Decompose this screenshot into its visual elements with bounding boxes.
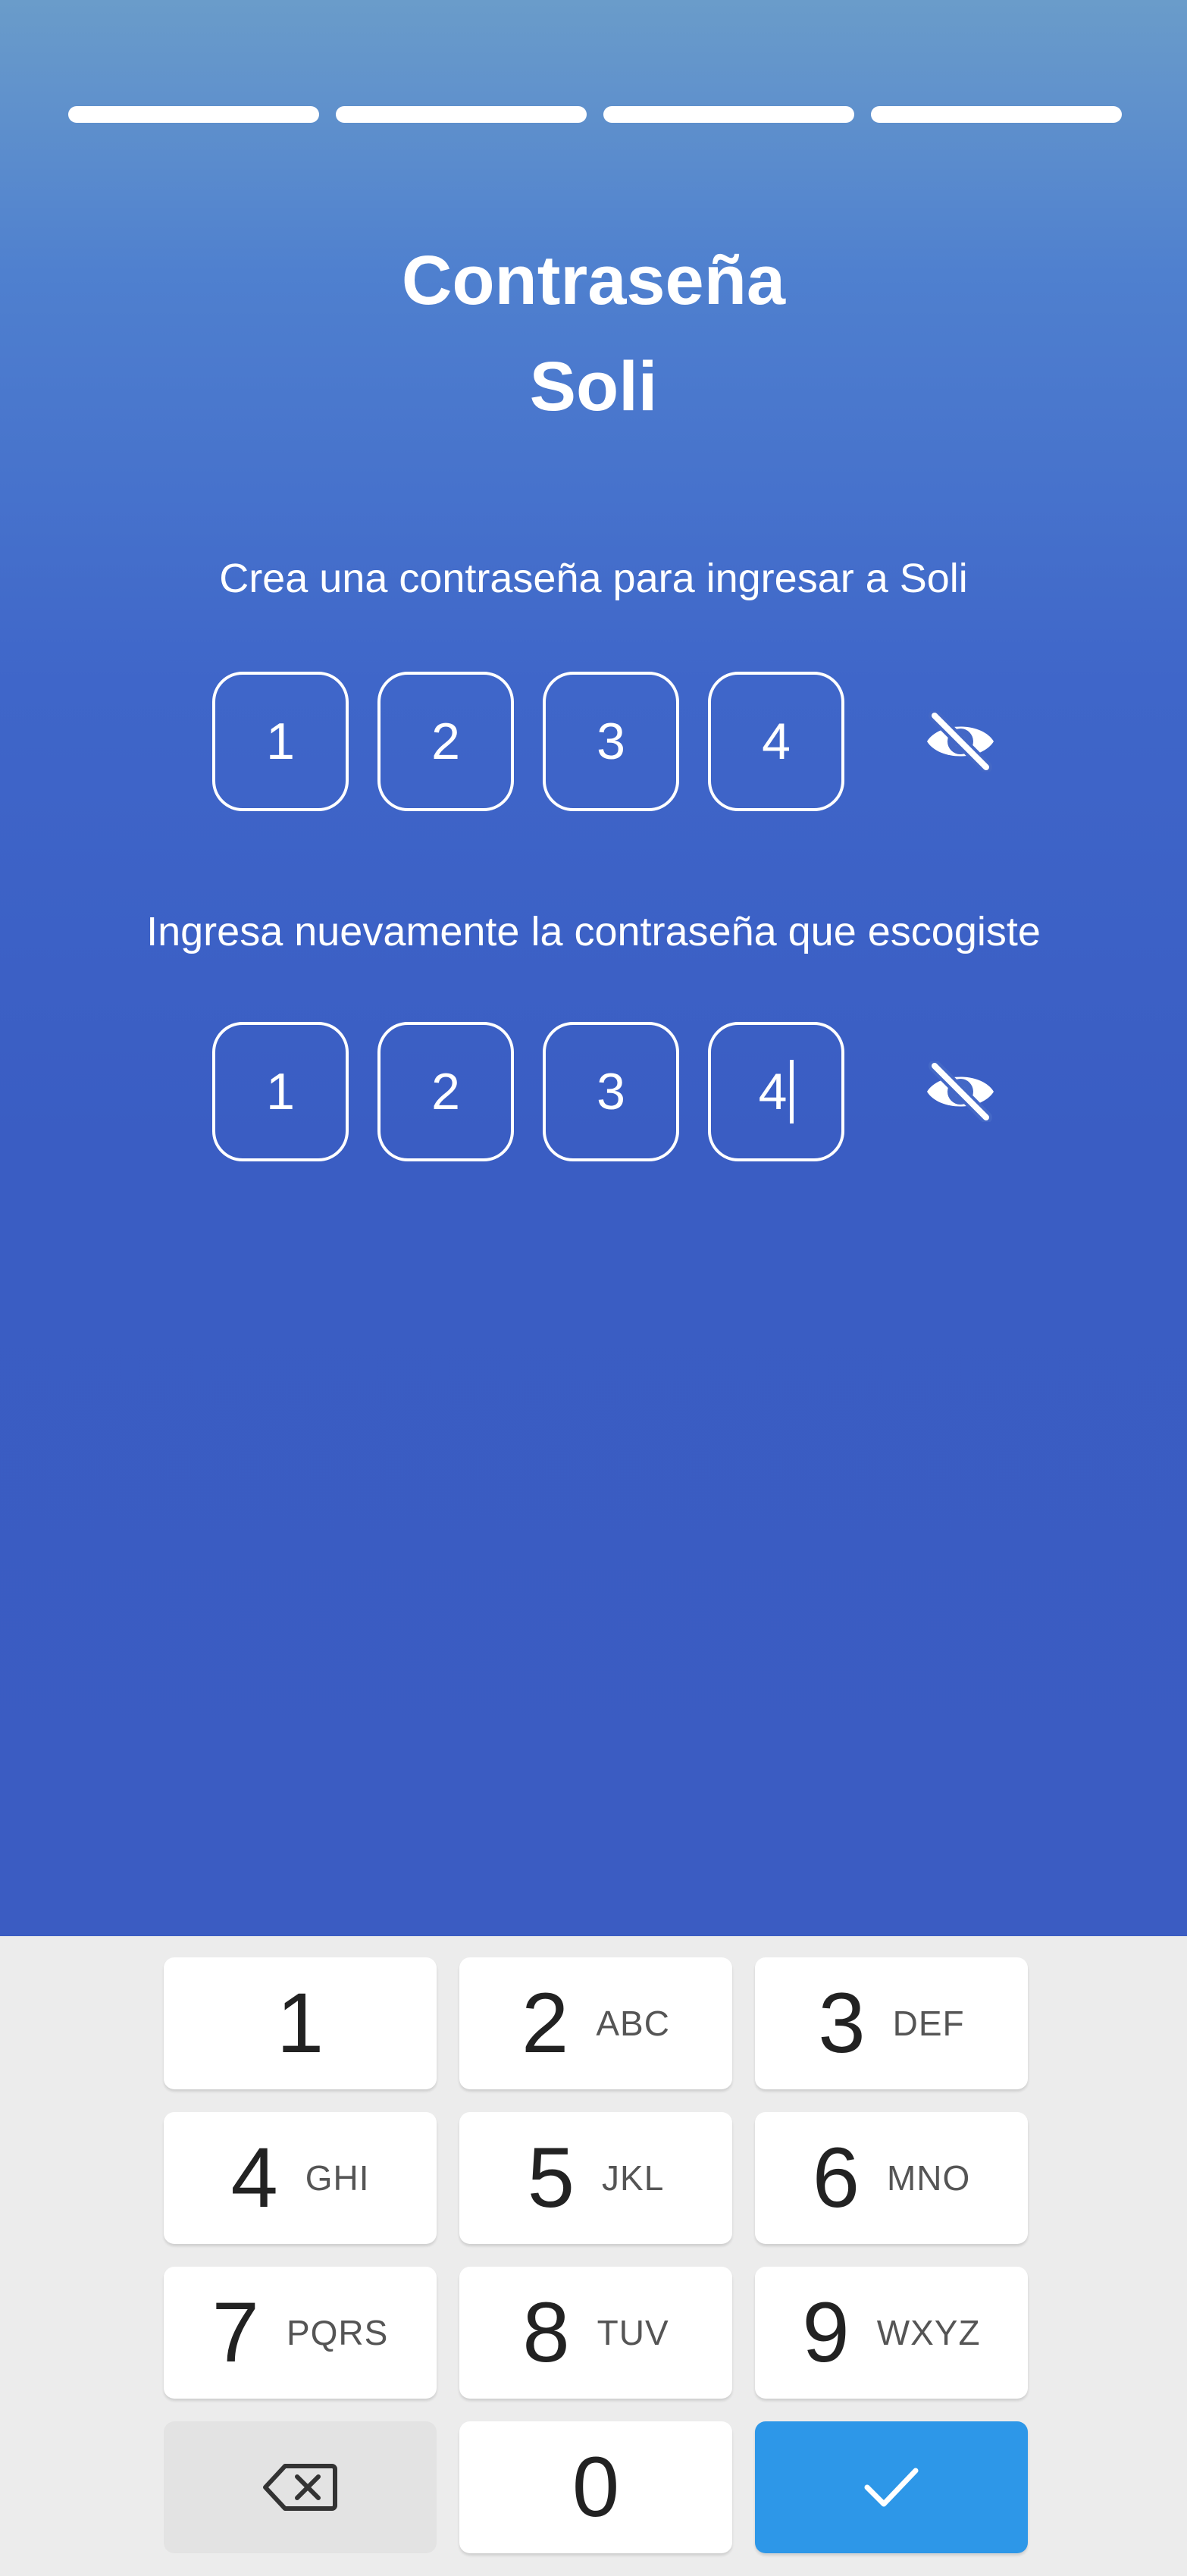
pin-digit: 2	[431, 713, 460, 770]
page-title: Contraseña Soli	[0, 227, 1187, 440]
backspace-icon	[263, 2464, 337, 2511]
key-8[interactable]: 8 TUV	[459, 2267, 732, 2399]
key-number: 9	[802, 2285, 850, 2380]
eye-off-icon[interactable]	[919, 700, 1002, 783]
progress-segment	[336, 106, 587, 123]
key-number: 1	[276, 1976, 324, 2070]
page-title-line2: Soli	[529, 348, 658, 425]
pin-digit-box[interactable]: 3	[543, 672, 679, 811]
progress-bar	[68, 106, 1122, 123]
eye-off-icon[interactable]	[919, 1050, 1002, 1133]
key-9[interactable]: 9 WXYZ	[755, 2267, 1028, 2399]
progress-segment	[603, 106, 854, 123]
keypad-grid: 1 2 ABC 3 DEF 4 GHI 5 JKL 6 MNO 7 PQRS 8 TUV 9W…	[164, 1957, 1029, 2553]
text-caret	[790, 1060, 794, 1123]
key-number: 7	[211, 2285, 259, 2380]
pin-digit: 3	[597, 713, 625, 770]
pin-digit-box[interactable]: 2	[377, 1022, 514, 1161]
pin-digit-box-active[interactable]: 4	[708, 1022, 844, 1161]
page-title-line1: Contraseña	[401, 242, 786, 319]
key-2[interactable]: 2 ABC	[459, 1957, 732, 2089]
progress-segment	[871, 106, 1122, 123]
key-letters: JKL	[602, 2158, 665, 2198]
key-7[interactable]: 7 PQRS	[164, 2267, 437, 2399]
key-number: 8	[522, 2285, 570, 2380]
key-number: 4	[230, 2130, 278, 2225]
pin-digit: 4	[762, 713, 791, 770]
create-password-pin[interactable]: 1 2 3 4	[212, 672, 1002, 811]
key-1[interactable]: 1	[164, 1957, 437, 2089]
pin-digit: 4	[758, 1063, 788, 1120]
key-letters: PQRS	[286, 2313, 389, 2352]
pin-digit: 3	[597, 1063, 625, 1120]
pin-digit: 2	[431, 1063, 460, 1120]
pin-digit: 1	[266, 1063, 295, 1120]
backspace-key[interactable]	[164, 2421, 437, 2553]
key-letters: ABC	[596, 2004, 670, 2043]
key-0[interactable]: 0	[459, 2421, 732, 2553]
key-number: 0	[572, 2440, 620, 2534]
key-3[interactable]: 3 DEF	[755, 1957, 1028, 2089]
key-number: 2	[521, 1976, 569, 2070]
confirm-password-label: Ingresa nuevamente la contraseña que esc…	[146, 909, 1041, 954]
check-icon	[864, 2468, 919, 2507]
numeric-keyboard: 1 2 ABC 3 DEF 4 GHI 5 JKL 6 MNO 7 PQRS 8 TUV 9W…	[0, 1936, 1187, 2576]
key-5[interactable]: 5 JKL	[459, 2112, 732, 2244]
password-screen: Contraseña Soli Crea una contraseña para…	[0, 0, 1187, 1936]
key-letters: DEF	[892, 2004, 965, 2043]
key-4[interactable]: 4 GHI	[164, 2112, 437, 2244]
confirm-password-pin[interactable]: 1 2 3 4	[212, 1022, 1002, 1161]
key-number: 3	[818, 1976, 866, 2070]
pin-digit-box[interactable]: 1	[212, 1022, 349, 1161]
done-key[interactable]	[755, 2421, 1028, 2553]
pin-digit: 1	[266, 713, 295, 770]
key-number: 5	[527, 2130, 575, 2225]
create-password-label: Crea una contraseña para ingresar a Soli	[219, 556, 968, 601]
pin-digit-box[interactable]: 4	[708, 672, 844, 811]
pin-digit-box[interactable]: 1	[212, 672, 349, 811]
key-6[interactable]: 6 MNO	[755, 2112, 1028, 2244]
pin-digit-box[interactable]: 2	[377, 672, 514, 811]
key-number: 6	[812, 2130, 860, 2225]
progress-segment	[68, 106, 319, 123]
key-letters: GHI	[305, 2158, 370, 2198]
pin-digit-box[interactable]: 3	[543, 1022, 679, 1161]
key-letters: WXYZ	[876, 2313, 981, 2352]
key-letters: TUV	[597, 2313, 669, 2352]
key-letters: MNO	[886, 2158, 971, 2198]
